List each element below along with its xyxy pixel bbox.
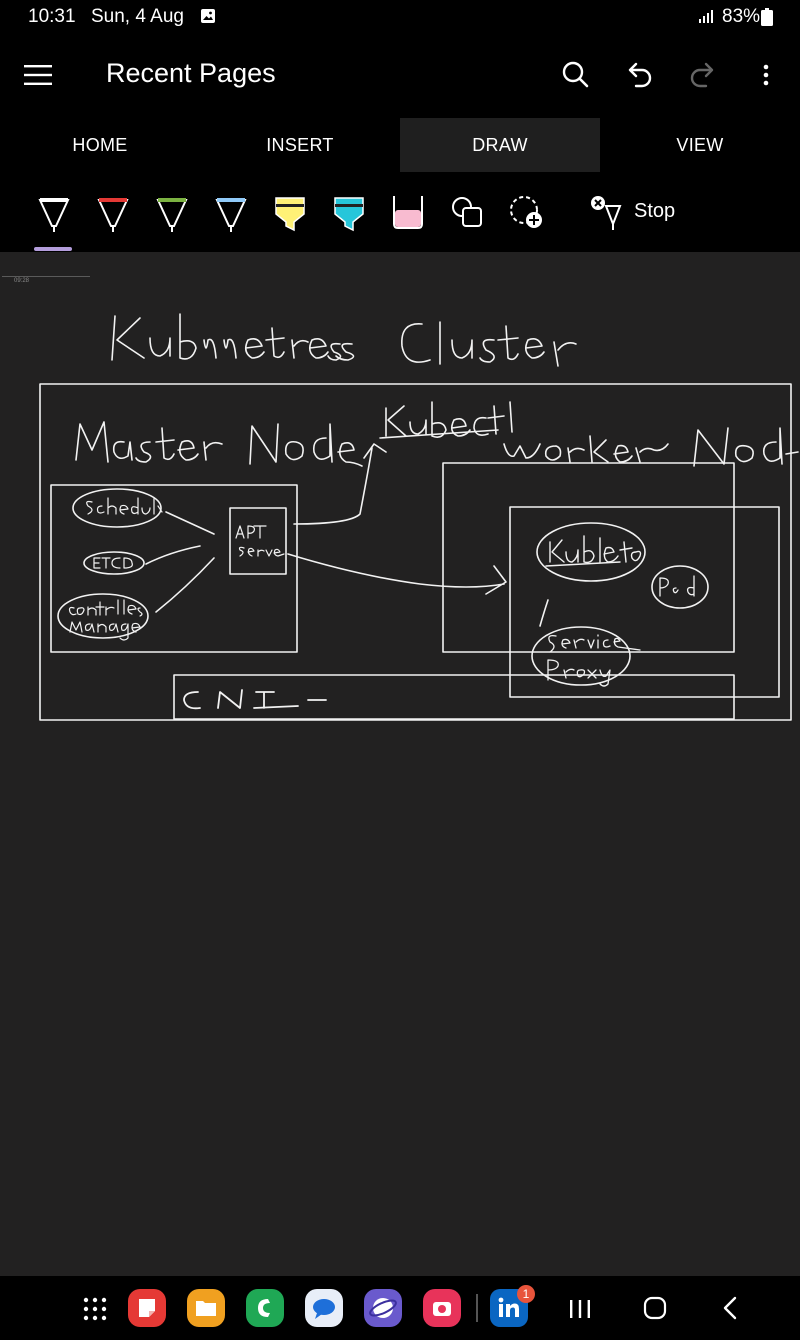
stop-drawing-icon[interactable] bbox=[588, 190, 624, 234]
pen-white-icon[interactable] bbox=[36, 190, 72, 234]
pen-green-icon[interactable] bbox=[154, 190, 190, 234]
status-time: 10:31 bbox=[28, 6, 76, 27]
status-bar: 10:31 Sun, 4 Aug 83% bbox=[0, 0, 800, 34]
ink-pod-text-ink bbox=[659, 575, 695, 597]
lasso-add-icon[interactable] bbox=[508, 190, 544, 234]
redo-icon[interactable] bbox=[686, 58, 720, 92]
ink-api-server-box bbox=[229, 507, 287, 575]
pen-red-icon[interactable] bbox=[95, 190, 131, 234]
ink-etcd-ellipse bbox=[83, 551, 145, 575]
ink-scheduler-ellipse bbox=[72, 488, 162, 528]
tab-insert[interactable]: INSERT bbox=[200, 118, 400, 172]
ink-etcd-text-ink bbox=[93, 557, 133, 569]
pen-blue-icon[interactable] bbox=[213, 190, 249, 234]
ink-api-to-kubelet-arrow bbox=[287, 553, 507, 595]
app-red-notes-icon[interactable] bbox=[128, 1289, 166, 1327]
battery-icon bbox=[761, 8, 773, 26]
ink-scheduler-text-ink bbox=[86, 497, 163, 515]
taskbar-divider bbox=[476, 1294, 478, 1322]
signal-icon bbox=[699, 10, 713, 23]
app-files-icon[interactable] bbox=[187, 1289, 225, 1327]
note-canvas[interactable]: 09:28 Kubernetes Cluster Master Node Kub… bbox=[0, 252, 800, 1276]
app-messages-icon[interactable] bbox=[305, 1289, 343, 1327]
app-phone-icon[interactable] bbox=[246, 1289, 284, 1327]
handwritten-ink-drawing bbox=[39, 313, 799, 721]
app-bar: Recent Pages bbox=[0, 34, 800, 118]
linkedin-notification-badge: 1 bbox=[517, 1285, 535, 1303]
ribbon-tabs: HOME INSERT DRAW VIEW bbox=[0, 118, 800, 172]
ink-controller-connector bbox=[155, 557, 215, 613]
search-icon[interactable] bbox=[558, 58, 592, 92]
tab-home[interactable]: HOME bbox=[0, 118, 200, 172]
status-date: Sun, 4 Aug bbox=[91, 6, 184, 27]
ink-cni-text-ink bbox=[183, 689, 327, 710]
more-vert-icon[interactable] bbox=[749, 58, 783, 92]
ink-master-node-label bbox=[75, 421, 363, 467]
ink-etcd-connector bbox=[145, 545, 201, 565]
hamburger-icon[interactable] bbox=[24, 64, 52, 86]
app-internet-icon[interactable] bbox=[364, 1289, 402, 1327]
draw-toolbar: Stop bbox=[0, 172, 800, 252]
ink-service-proxy-text-ink bbox=[547, 634, 641, 687]
apps-grid-icon[interactable] bbox=[82, 1296, 108, 1322]
ink-scheduler-connector bbox=[165, 511, 215, 535]
shapes-icon[interactable] bbox=[449, 190, 485, 234]
page-title: Recent Pages bbox=[106, 58, 276, 88]
ink-kubelet-text-ink bbox=[545, 535, 642, 567]
ink-title-kubernetes-cluster bbox=[111, 313, 577, 367]
battery-percent: 83% bbox=[722, 6, 761, 27]
ink-worker-inner-box bbox=[509, 506, 780, 698]
ink-worker-box bbox=[442, 462, 735, 653]
ink-kubectl-label bbox=[379, 401, 513, 439]
tab-view[interactable]: VIEW bbox=[600, 118, 800, 172]
stop-label[interactable]: Stop bbox=[634, 200, 675, 223]
app-camera-icon[interactable] bbox=[423, 1289, 461, 1327]
ink-kubelet-to-proxy-line bbox=[539, 599, 549, 627]
highlighter-cyan-icon[interactable] bbox=[331, 190, 367, 234]
gallery-notification-icon bbox=[201, 9, 215, 23]
recent-apps-icon[interactable] bbox=[568, 1298, 592, 1320]
home-button-icon[interactable] bbox=[643, 1296, 667, 1320]
ink-worker-node-label bbox=[503, 427, 799, 467]
selected-tool-indicator bbox=[34, 247, 72, 251]
highlighter-yellow-icon[interactable] bbox=[272, 190, 308, 234]
navigation-bar: 1 bbox=[0, 1276, 800, 1340]
tab-draw[interactable]: DRAW bbox=[400, 118, 600, 172]
highlighter-pink-icon[interactable] bbox=[390, 190, 426, 234]
ink-api-server-text-ink bbox=[235, 525, 285, 557]
back-button-icon[interactable] bbox=[720, 1296, 740, 1320]
undo-icon[interactable] bbox=[622, 58, 656, 92]
